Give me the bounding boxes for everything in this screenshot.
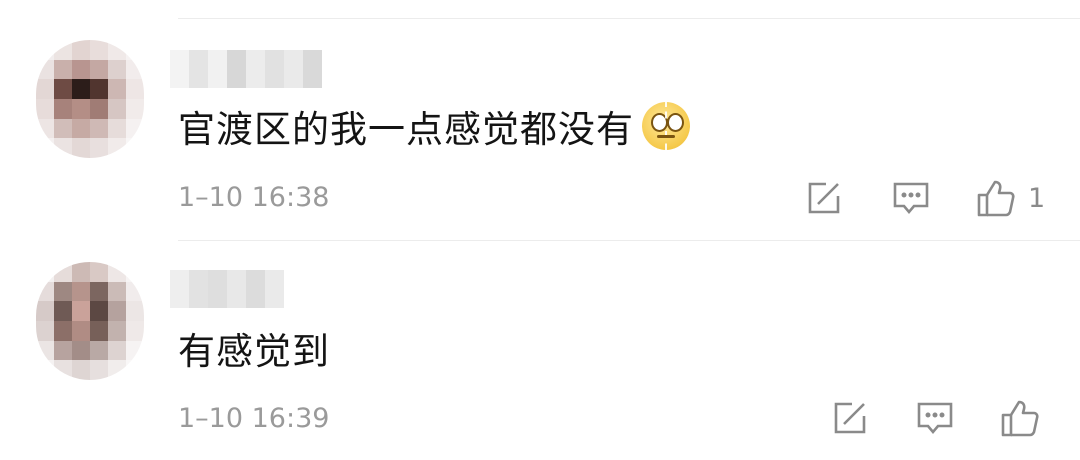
comment-time: 1–10 16:39 xyxy=(178,403,330,434)
share-icon xyxy=(834,402,866,434)
thumbs-up-icon xyxy=(1001,400,1039,437)
avatar[interactable] xyxy=(36,262,144,380)
avatar[interactable] xyxy=(36,40,144,158)
username-blurred[interactable] xyxy=(170,270,284,308)
reply-button[interactable] xyxy=(892,181,930,217)
comment-body: 有感觉到 xyxy=(178,330,330,373)
share-button[interactable] xyxy=(832,401,868,435)
comment-time: 1–10 16:38 xyxy=(178,182,330,213)
reply-button[interactable] xyxy=(916,401,954,437)
cracked-face-emoji-icon xyxy=(642,102,690,150)
comment-1: 官渡区的我一点感觉都没有 1–10 16:38 1 xyxy=(0,0,1080,240)
comment-icon xyxy=(893,182,929,215)
comment-2: 有感觉到 1–10 16:39 xyxy=(0,240,1080,460)
comment-text: 官渡区的我一点感觉都没有 xyxy=(178,98,690,154)
comment-text: 有感觉到 xyxy=(178,320,330,376)
username-blurred[interactable] xyxy=(170,50,322,88)
like-button[interactable] xyxy=(1000,398,1052,438)
comment-body: 官渡区的我一点感觉都没有 xyxy=(178,108,634,151)
share-button[interactable] xyxy=(806,181,842,215)
comment-icon xyxy=(917,402,953,435)
like-button[interactable]: 1 xyxy=(976,178,1045,218)
share-icon xyxy=(808,182,840,214)
thumbs-up-icon xyxy=(977,180,1015,217)
like-count: 1 xyxy=(1028,182,1046,214)
